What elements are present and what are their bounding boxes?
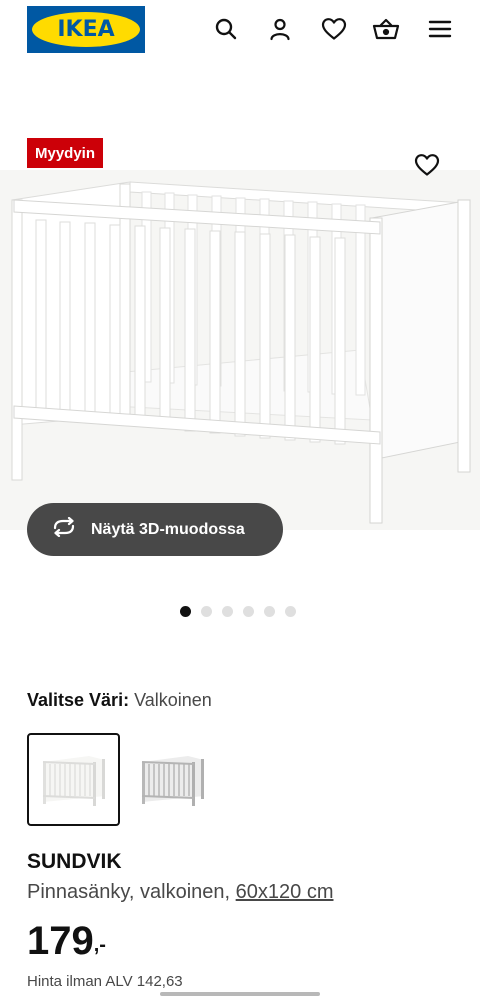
carousel-dot[interactable] xyxy=(180,606,191,617)
price-integer: 179 xyxy=(27,919,94,963)
favorite-heart-icon[interactable] xyxy=(412,150,442,180)
carousel-dot[interactable] xyxy=(243,606,254,617)
grey-crib-thumbnail xyxy=(141,755,204,806)
user-icon[interactable] xyxy=(266,15,294,43)
basket-icon[interactable] xyxy=(372,15,400,43)
crib-illustration xyxy=(0,170,480,530)
carousel-dot[interactable] xyxy=(285,606,296,617)
search-icon[interactable] xyxy=(212,15,240,43)
white-crib-thumbnail xyxy=(42,755,105,806)
price: 179 ,- xyxy=(27,918,106,964)
color-value: Valkoinen xyxy=(134,690,212,710)
carousel-dot[interactable] xyxy=(222,606,233,617)
ikea-logo[interactable]: IKEA xyxy=(27,6,145,53)
product-description: Pinnasänky, valkoinen, 60x120 cm xyxy=(27,881,334,904)
carousel-dot[interactable] xyxy=(201,606,212,617)
product-description-text: Pinnasänky, valkoinen, xyxy=(27,881,236,903)
carousel-dot[interactable] xyxy=(264,606,275,617)
view-3d-button[interactable]: Näytä 3D-muodossa xyxy=(27,503,283,556)
image-carousel-dots xyxy=(180,606,296,617)
color-selector-heading: Valitse Väri: Valkoinen xyxy=(27,690,212,711)
logo-oval: IKEA xyxy=(32,12,140,47)
heart-icon[interactable] xyxy=(320,15,348,43)
color-label: Valitse Väri: xyxy=(27,690,130,710)
rotate-3d-icon xyxy=(51,516,77,542)
product-name: SUNDVIK xyxy=(27,850,122,873)
price-excl-vat: Hinta ilman ALV 142,63 xyxy=(27,973,183,990)
variant-swatch-white[interactable] xyxy=(27,733,120,826)
bestseller-badge: Myydyin xyxy=(27,138,104,168)
home-indicator xyxy=(160,992,320,996)
price-decimal: ,- xyxy=(93,934,106,956)
variant-swatch-grey[interactable] xyxy=(126,733,219,826)
menu-icon[interactable] xyxy=(426,15,454,43)
logo-text: IKEA xyxy=(57,17,115,42)
product-image[interactable] xyxy=(0,170,480,530)
size-link[interactable]: 60x120 cm xyxy=(236,881,334,903)
top-header: IKEA xyxy=(0,0,480,62)
view-3d-label: Näytä 3D-muodossa xyxy=(91,520,245,538)
